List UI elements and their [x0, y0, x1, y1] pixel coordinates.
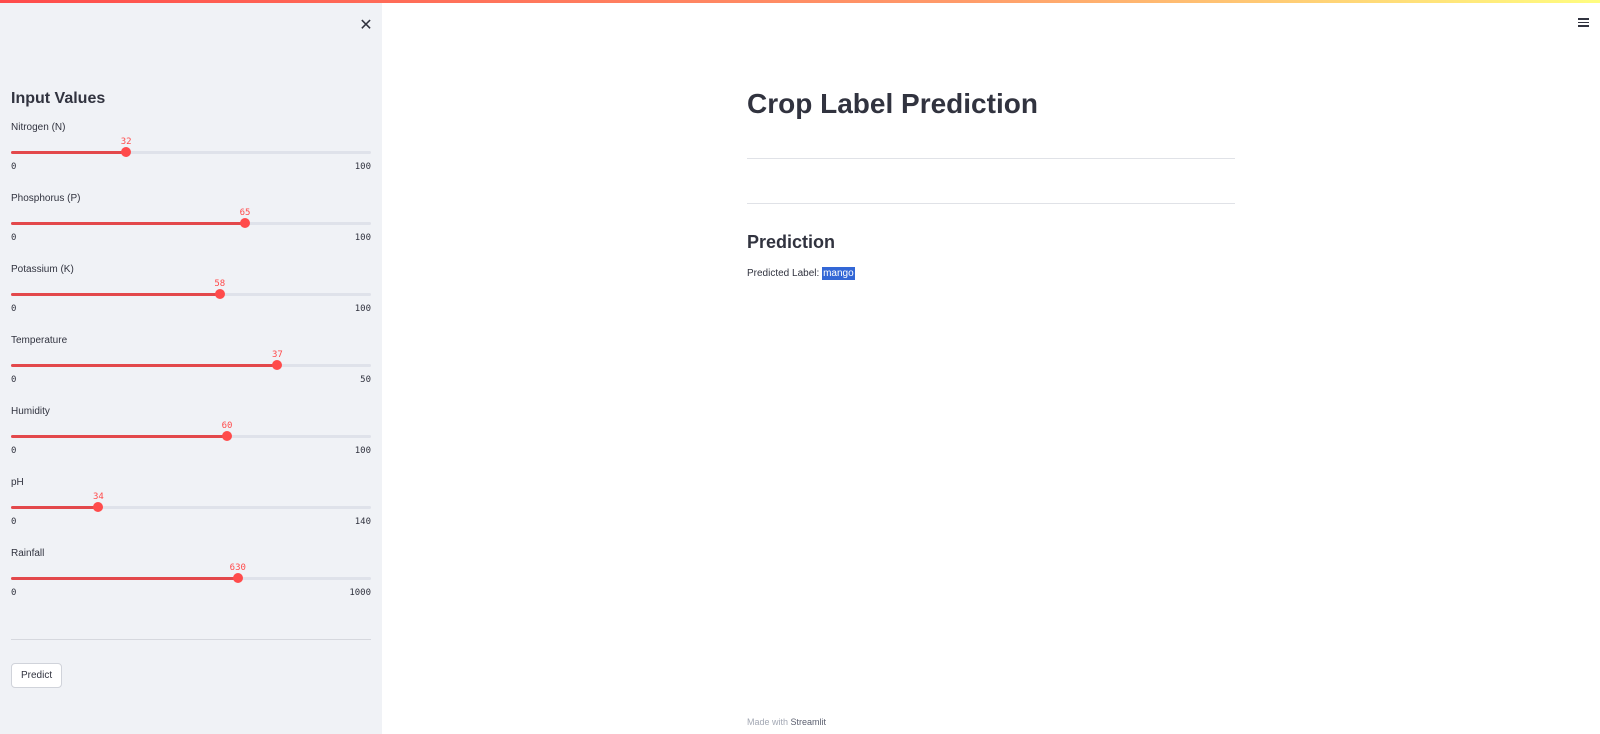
- prediction-heading: Prediction: [747, 232, 836, 252]
- slider-thumb[interactable]: [272, 360, 283, 370]
- sidebar-divider: [11, 639, 371, 640]
- slider-min: 0: [11, 517, 17, 527]
- slider-min: 0: [11, 446, 17, 456]
- slider-label: Nitrogen (N): [11, 122, 66, 133]
- predicted-value: mango: [822, 267, 855, 280]
- slider-value: 34: [93, 492, 104, 502]
- hamburger-menu-icon[interactable]: [1578, 16, 1592, 30]
- divider: [747, 158, 1235, 159]
- slider-fill: [11, 151, 127, 154]
- slider-value: 37: [271, 350, 283, 360]
- predict-button[interactable]: Predict: [11, 663, 63, 688]
- slider-track[interactable]: [11, 573, 371, 583]
- slider-track[interactable]: [11, 289, 371, 299]
- slider-label: Potassium (K): [11, 264, 74, 275]
- slider-thumb[interactable]: [121, 147, 132, 157]
- slider-min: 0: [11, 233, 17, 243]
- slider-label: Humidity: [11, 406, 50, 417]
- slider-label: Temperature: [11, 335, 68, 346]
- slider-fill: [11, 506, 99, 509]
- predicted-label-text: Predicted Label:: [747, 268, 823, 279]
- slider-value: 58: [214, 279, 226, 289]
- slider-thumb[interactable]: [240, 218, 250, 228]
- slider-thumb[interactable]: [93, 502, 104, 512]
- slider-label: Phosphorus (P): [11, 193, 81, 204]
- slider-fill: [11, 293, 220, 296]
- slider-track[interactable]: [11, 502, 371, 512]
- slider-fill: [11, 364, 278, 367]
- footer-text: Made with: [747, 717, 791, 727]
- slider-thumb[interactable]: [214, 289, 225, 299]
- close-icon[interactable]: ✕: [356, 16, 376, 36]
- divider: [747, 203, 1235, 204]
- slider-humidity: Humidity 60 0 100: [11, 406, 371, 472]
- slider-max: 100: [354, 233, 371, 243]
- sidebar-title: Input Values: [11, 90, 106, 107]
- slider-min: 0: [11, 588, 17, 598]
- streamlit-link[interactable]: Streamlit: [791, 717, 827, 727]
- slider-phosphorus: Phosphorus (P) 65 0 100: [11, 193, 371, 259]
- slider-fill: [11, 222, 245, 225]
- slider-fill: [11, 435, 227, 438]
- header-decoration: [0, 0, 1600, 3]
- slider-max: 50: [360, 375, 371, 385]
- slider-max: 1000: [349, 588, 371, 598]
- slider-fill: [11, 577, 238, 580]
- slider-track[interactable]: [11, 218, 371, 228]
- slider-min: 0: [11, 162, 17, 172]
- footer: Made with Streamlit: [747, 717, 826, 727]
- slider-min: 0: [11, 304, 17, 314]
- slider-temperature: Temperature 37 0 50: [11, 335, 371, 401]
- slider-max: 140: [354, 517, 371, 527]
- slider-ph: pH 34 0 140: [11, 477, 371, 543]
- predicted-label-line: Predicted Label: mango: [747, 267, 855, 280]
- slider-value: 65: [239, 208, 251, 218]
- slider-thumb[interactable]: [232, 573, 243, 583]
- sidebar: ✕ Input Values Nitrogen (N) 32 0 100 Pho…: [0, 0, 382, 734]
- slider-track[interactable]: [11, 147, 371, 157]
- page-title: Crop Label Prediction: [747, 88, 1038, 119]
- slider-label: pH: [11, 477, 24, 488]
- slider-value: 630: [229, 563, 246, 573]
- slider-max: 100: [354, 446, 371, 456]
- slider-track[interactable]: [11, 360, 371, 370]
- slider-max: 100: [354, 304, 371, 314]
- slider-potassium: Potassium (K) 58 0 100: [11, 264, 371, 330]
- slider-track[interactable]: [11, 431, 371, 441]
- slider-rainfall: Rainfall 630 0 1000: [11, 548, 371, 614]
- slider-value: 32: [120, 137, 132, 147]
- slider-nitrogen: Nitrogen (N) 32 0 100: [11, 122, 371, 188]
- slider-max: 100: [354, 162, 371, 172]
- slider-thumb[interactable]: [222, 431, 232, 441]
- slider-min: 0: [11, 375, 17, 385]
- slider-value: 60: [221, 421, 233, 431]
- slider-label: Rainfall: [11, 548, 45, 559]
